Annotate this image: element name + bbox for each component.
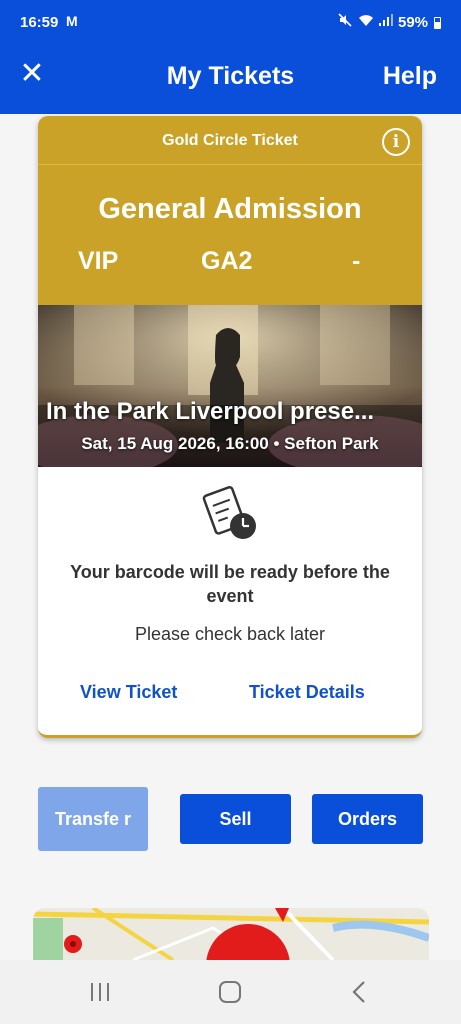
battery-level: 59% — [398, 14, 429, 31]
barcode-status-message: Your barcode will be ready before the ev… — [70, 562, 390, 606]
check-back-message: Please check back later — [134, 624, 326, 644]
ticket-card: Gold Circle Ticket i General Admission V… — [38, 116, 422, 738]
recent-apps-icon[interactable] — [88, 980, 112, 1004]
sell-button[interactable]: Sell — [180, 794, 291, 844]
battery-icon — [434, 17, 441, 29]
map-image — [33, 908, 429, 960]
signal-icon — [378, 13, 394, 30]
seat-number: - — [352, 247, 361, 275]
seat-section: VIP — [78, 247, 119, 275]
wifi-icon — [358, 13, 374, 30]
system-nav-bar — [0, 960, 461, 1024]
ticket-seat-info: General Admission VIP GA2 - — [38, 164, 422, 305]
help-button[interactable]: Help — [383, 62, 437, 91]
mail-icon: M — [66, 13, 78, 29]
close-icon[interactable]: ✕ — [14, 56, 50, 92]
admission-type: General Admission — [98, 193, 362, 225]
back-icon[interactable] — [350, 980, 370, 1004]
event-title: In the Park Liverpool prese... — [46, 398, 375, 425]
status-bar: 16:59 M 59% — [0, 0, 461, 38]
orders-button[interactable]: Orders — [312, 794, 423, 844]
status-time: 16:59 — [20, 14, 59, 31]
ticket-type-label: Gold Circle Ticket — [162, 132, 298, 149]
event-date-venue: Sat, 15 Aug 2026, 16:00 • Sefton Park — [81, 434, 379, 453]
transfer-button[interactable]: Transfe r — [38, 787, 148, 851]
event-image: In the Park Liverpool prese... Sat, 15 A… — [38, 305, 422, 467]
ticket-type-bar: Gold Circle Ticket i — [38, 116, 422, 164]
view-ticket-link[interactable]: View Ticket — [80, 682, 177, 703]
ticket-clock-icon — [201, 484, 259, 542]
info-icon[interactable]: i — [382, 128, 410, 156]
ticket-details-link[interactable]: Ticket Details — [249, 682, 365, 703]
seat-row: GA2 — [201, 247, 253, 275]
app-header: ✕ My Tickets Help — [0, 38, 461, 114]
venue-map[interactable] — [33, 908, 429, 960]
home-icon[interactable] — [219, 981, 241, 1003]
mute-icon — [338, 13, 352, 30]
